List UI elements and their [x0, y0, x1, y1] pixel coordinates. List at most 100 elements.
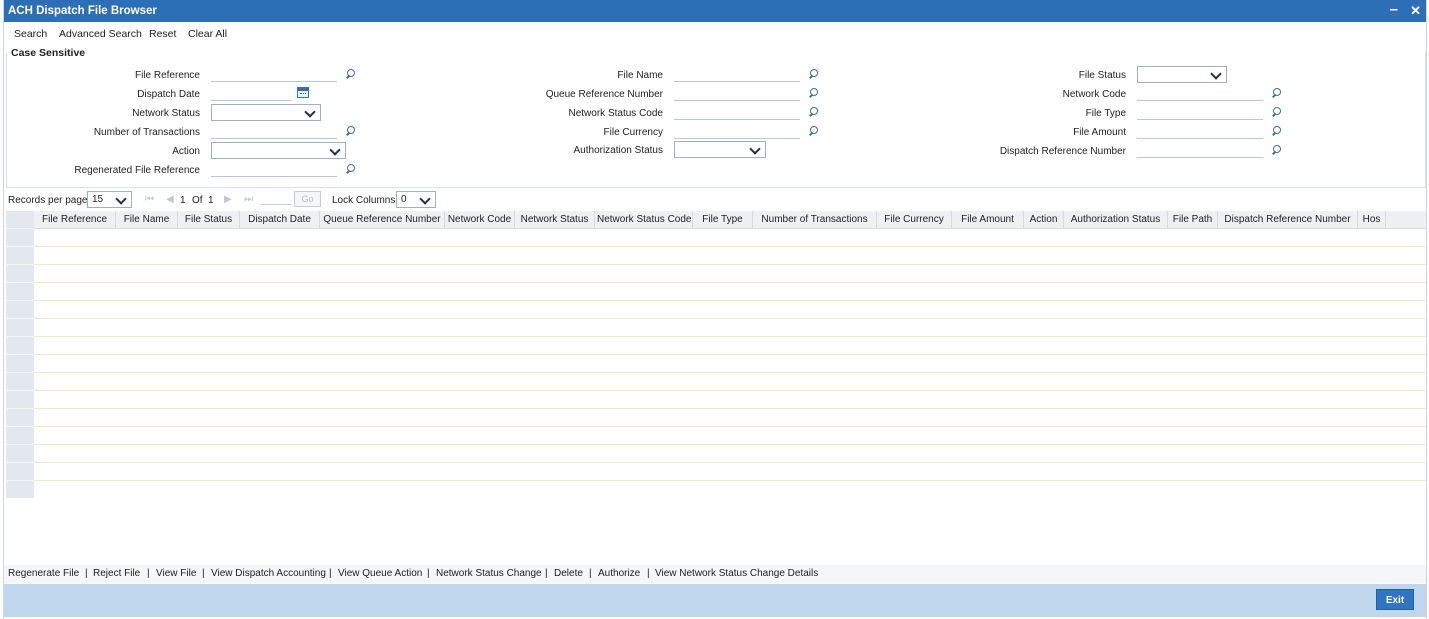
clear-all-button[interactable]: Clear All — [188, 28, 227, 40]
table-row[interactable] — [6, 409, 1426, 427]
table-row[interactable] — [6, 391, 1426, 409]
search-lov-icon[interactable] — [1271, 126, 1281, 136]
queue-reference-number-input[interactable] — [674, 86, 800, 101]
search-lov-icon[interactable] — [1271, 88, 1281, 98]
dispatch-reference-number-input[interactable] — [1137, 143, 1263, 158]
column-header[interactable]: File Status — [178, 211, 240, 229]
column-header[interactable]: File Path — [1168, 211, 1218, 229]
go-button[interactable]: Go — [294, 191, 321, 207]
row-selector[interactable] — [6, 301, 34, 319]
goto-page-input[interactable] — [261, 193, 291, 205]
table-row[interactable] — [6, 337, 1426, 355]
select-all-cell[interactable] — [6, 211, 34, 229]
column-header[interactable]: Authorization Status — [1064, 211, 1168, 229]
reject-file-link[interactable]: Reject File — [93, 568, 140, 579]
file-amount-input[interactable] — [1137, 124, 1263, 139]
table-row[interactable] — [6, 229, 1426, 247]
column-header[interactable]: File Currency — [877, 211, 952, 229]
minimize-icon[interactable]: – — [1390, 1, 1398, 18]
dispatch-date-input[interactable] — [211, 86, 291, 101]
row-selector[interactable] — [6, 283, 34, 301]
table-row[interactable] — [6, 427, 1426, 445]
column-header[interactable]: Action — [1024, 211, 1064, 229]
first-page-icon[interactable]: ⏮ — [145, 194, 154, 205]
search-lov-icon[interactable] — [808, 107, 818, 117]
table-row[interactable] — [6, 481, 1426, 498]
table-row[interactable] — [6, 247, 1426, 265]
table-row[interactable] — [6, 373, 1426, 391]
row-selector[interactable] — [6, 409, 34, 427]
action-select[interactable] — [211, 142, 346, 159]
column-header[interactable]: File Name — [116, 211, 178, 229]
table-row[interactable] — [6, 445, 1426, 463]
column-header[interactable]: File Reference — [34, 211, 116, 229]
table-row[interactable] — [6, 265, 1426, 283]
table-row[interactable] — [6, 283, 1426, 301]
number-of-transactions-input[interactable] — [211, 124, 337, 139]
view-network-status-change-details-link[interactable]: View Network Status Change Details — [655, 568, 818, 579]
column-header[interactable]: Dispatch Date — [240, 211, 320, 229]
row-selector[interactable] — [6, 355, 34, 373]
file-status-select[interactable] — [1137, 66, 1227, 83]
search-lov-icon[interactable] — [808, 88, 818, 98]
table-row[interactable] — [6, 319, 1426, 337]
calendar-icon[interactable] — [297, 87, 309, 98]
lock-columns-select[interactable]: 0 — [396, 191, 436, 208]
reset-button[interactable]: Reset — [149, 28, 176, 40]
file-name-input[interactable] — [674, 67, 800, 82]
column-header[interactable]: Network Status Code — [595, 211, 693, 229]
column-header[interactable]: File Amount — [952, 211, 1024, 229]
table-row[interactable] — [6, 463, 1426, 481]
table-row[interactable] — [6, 355, 1426, 373]
file-currency-input[interactable] — [674, 124, 800, 139]
row-selector[interactable] — [6, 373, 34, 391]
row-selector[interactable] — [6, 337, 34, 355]
search-lov-icon[interactable] — [1271, 145, 1281, 155]
column-header[interactable]: Network Status — [515, 211, 595, 229]
view-dispatch-accounting-link[interactable]: View Dispatch Accounting — [211, 568, 326, 579]
row-selector[interactable] — [6, 427, 34, 445]
row-selector[interactable] — [6, 229, 34, 247]
network-status-select[interactable] — [211, 104, 321, 121]
search-lov-icon[interactable] — [345, 126, 355, 136]
search-lov-icon[interactable] — [345, 69, 355, 79]
row-selector[interactable] — [6, 445, 34, 463]
column-header[interactable]: Dispatch Reference Number — [1218, 211, 1358, 229]
previous-page-icon[interactable]: ◀ — [166, 194, 174, 205]
last-page-icon[interactable]: ⏭ — [244, 194, 253, 205]
column-header[interactable]: File Type — [693, 211, 753, 229]
search-lov-icon[interactable] — [808, 126, 818, 136]
search-button[interactable]: Search — [14, 28, 47, 40]
table-row[interactable] — [6, 301, 1426, 319]
row-selector[interactable] — [6, 391, 34, 409]
regenerated-file-reference-input[interactable] — [211, 162, 337, 177]
file-reference-input[interactable] — [211, 67, 337, 82]
column-header[interactable]: Network Code — [445, 211, 515, 229]
view-queue-action-link[interactable]: View Queue Action — [338, 568, 422, 579]
search-lov-icon[interactable] — [1271, 107, 1281, 117]
close-icon[interactable]: ✕ — [1410, 3, 1421, 19]
row-selector[interactable] — [6, 247, 34, 265]
network-code-input[interactable] — [1137, 86, 1263, 101]
records-per-page-select[interactable]: 15 — [87, 191, 132, 208]
row-selector[interactable] — [6, 463, 34, 481]
row-selector[interactable] — [6, 265, 34, 283]
column-header[interactable]: Queue Reference Number — [320, 211, 445, 229]
regenerate-file-link[interactable]: Regenerate File — [8, 568, 79, 579]
advanced-search-button[interactable]: Advanced Search — [59, 28, 142, 40]
exit-button[interactable]: Exit — [1376, 589, 1414, 610]
column-header[interactable]: Number of Transactions — [753, 211, 877, 229]
next-page-icon[interactable]: ▶ — [224, 194, 232, 205]
authorization-status-select[interactable] — [674, 141, 766, 158]
delete-link[interactable]: Delete — [554, 568, 583, 579]
row-selector[interactable] — [6, 481, 34, 498]
row-selector[interactable] — [6, 319, 34, 337]
network-status-change-link[interactable]: Network Status Change — [436, 568, 542, 579]
search-lov-icon[interactable] — [808, 69, 818, 79]
authorize-link[interactable]: Authorize — [598, 568, 640, 579]
network-status-code-input[interactable] — [674, 105, 800, 120]
column-header[interactable]: Hos — [1358, 211, 1386, 229]
view-file-link[interactable]: View File — [156, 568, 196, 579]
file-type-input[interactable] — [1137, 105, 1263, 120]
search-lov-icon[interactable] — [345, 164, 355, 174]
